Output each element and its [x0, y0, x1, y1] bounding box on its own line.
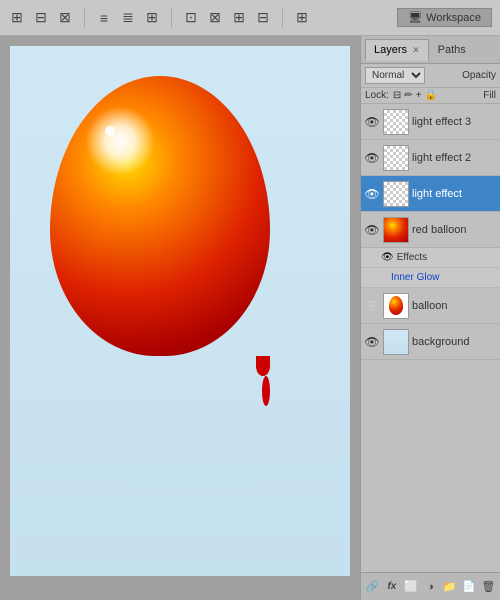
opacity-label: Opacity — [462, 70, 496, 81]
layers-list: 👁 light effect 3 👁 light effect 2 👁 — [361, 104, 500, 572]
visibility-icon-background[interactable]: 👁 — [364, 334, 380, 350]
lock-icons: ⊟ ✏ + 🔒 — [393, 90, 437, 101]
thumb-balloon — [384, 218, 408, 242]
toolbar-icon-10[interactable]: ⊟ — [254, 9, 272, 27]
layer-row-light-effect[interactable]: 👁 light effect — [361, 176, 500, 212]
thumb-balloon-small — [389, 296, 403, 315]
adjustment-icon[interactable]: ◑ — [423, 578, 438, 596]
toolbar-icon-11[interactable]: ⊞ — [293, 9, 311, 27]
tab-paths-label: Paths — [438, 44, 466, 56]
thumb-checker-3 — [384, 182, 408, 206]
tab-paths[interactable]: Paths — [429, 39, 475, 61]
effects-group-row[interactable]: 👁 Effects — [361, 248, 500, 268]
toolbar-separator — [84, 8, 85, 28]
toolbar-separator2 — [171, 8, 172, 28]
folder-icon[interactable]: 📁 — [442, 578, 457, 596]
visibility-icon-red-balloon[interactable]: 👁 — [364, 222, 380, 238]
fill-label: Fill — [483, 90, 496, 101]
layer-row-light-effect-3[interactable]: 👁 light effect 3 — [361, 104, 500, 140]
lock-row: Lock: ⊟ ✏ + 🔒 Fill — [361, 88, 500, 104]
layer-name-light-effect-2: light effect 2 — [412, 152, 497, 164]
blend-mode-select[interactable]: Normal — [365, 67, 425, 84]
thumb-bg — [384, 330, 408, 354]
tab-layers-close[interactable]: ✕ — [412, 45, 420, 55]
effects-group-label: Effects — [397, 252, 500, 263]
thumb-checker-1 — [384, 110, 408, 134]
layer-thumb-light-effect-3 — [383, 109, 409, 135]
canvas[interactable] — [10, 46, 350, 576]
balloon-container — [50, 76, 270, 406]
toolbar-icon-2[interactable]: ⊟ — [32, 9, 50, 27]
balloon-highlight-dot — [105, 126, 115, 136]
balloon-light — [85, 106, 155, 176]
toolbar-left-icons: ⊞ ⊟ ⊠ ≡ ≣ ⊞ ⊡ ⊠ ⊞ ⊟ ⊞ — [8, 8, 311, 28]
layer-name-red-balloon: red balloon — [412, 224, 497, 236]
link-icon[interactable]: 🔗 — [365, 578, 380, 596]
toolbar-separator3 — [282, 8, 283, 28]
mask-icon[interactable]: ⬜ — [404, 578, 419, 596]
visibility-icon-light-effect[interactable]: 👁 — [364, 186, 380, 202]
lock-all-icon[interactable]: 🔒 — [425, 90, 437, 101]
layer-row-background[interactable]: 👁 background — [361, 324, 500, 360]
layer-name-light-effect: light effect — [412, 188, 497, 200]
layer-name-light-effect-3: light effect 3 — [412, 116, 497, 128]
layer-name-background: background — [412, 336, 497, 348]
balloon-body — [50, 76, 270, 356]
workspace-label: Workspace — [426, 12, 481, 24]
layer-thumb-red-balloon — [383, 217, 409, 243]
lock-paint-icon[interactable]: ✏ — [404, 90, 412, 101]
delete-icon[interactable]: 🗑 — [481, 578, 496, 596]
blend-row: Normal Opacity — [361, 64, 500, 88]
canvas-area[interactable] — [0, 36, 360, 600]
layers-panel: Layers ✕ Paths Normal Opacity Lock: ⊟ ✏ … — [360, 36, 500, 600]
layer-thumb-light-effect-2 — [383, 145, 409, 171]
fx-icon[interactable]: fx — [384, 578, 399, 596]
lock-label: Lock: — [365, 90, 389, 101]
toolbar-icon-8[interactable]: ⊠ — [206, 9, 224, 27]
visibility-icon-balloon[interactable]: 👁 — [364, 298, 380, 314]
lock-position-icon[interactable]: + — [416, 90, 422, 101]
workspace-button[interactable]: 🖥 Workspace — [397, 8, 492, 27]
toolbar-icon-4[interactable]: ≡ — [95, 9, 113, 27]
tab-layers-label: Layers — [374, 44, 407, 56]
panel-tabs: Layers ✕ Paths — [361, 36, 500, 64]
toolbar: ⊞ ⊟ ⊠ ≡ ≣ ⊞ ⊡ ⊠ ⊞ ⊟ ⊞ 🖥 Workspace — [0, 0, 500, 36]
toolbar-icon-9[interactable]: ⊞ — [230, 9, 248, 27]
layer-row-light-effect-2[interactable]: 👁 light effect 2 — [361, 140, 500, 176]
visibility-icon-light-effect-3[interactable]: 👁 — [364, 114, 380, 130]
inner-glow-row[interactable]: Inner Glow — [361, 268, 500, 288]
workspace-icon: 🖥 — [408, 11, 422, 24]
layer-thumb-light-effect — [383, 181, 409, 207]
new-layer-icon[interactable]: 📄 — [461, 578, 476, 596]
layer-thumb-balloon — [383, 293, 409, 319]
layers-bottom: 🔗 fx ⬜ ◑ 📁 📄 🗑 — [361, 572, 500, 600]
tab-layers[interactable]: Layers ✕ — [365, 39, 429, 61]
layer-name-balloon: balloon — [412, 300, 497, 312]
toolbar-icon-5[interactable]: ≣ — [119, 9, 137, 27]
thumb-checker-2 — [384, 146, 408, 170]
toolbar-icon-1[interactable]: ⊞ — [8, 9, 26, 27]
main-content: Layers ✕ Paths Normal Opacity Lock: ⊟ ✏ … — [0, 36, 500, 600]
layer-row-balloon[interactable]: 👁 balloon — [361, 288, 500, 324]
visibility-icon-light-effect-2[interactable]: 👁 — [364, 150, 380, 166]
balloon-tip — [262, 376, 270, 406]
toolbar-icon-3[interactable]: ⊠ — [56, 9, 74, 27]
effects-eye-icon[interactable]: 👁 — [381, 252, 394, 263]
toolbar-icon-6[interactable]: ⊞ — [143, 9, 161, 27]
balloon-knot — [256, 356, 270, 376]
layer-row-red-balloon[interactable]: 👁 red balloon — [361, 212, 500, 248]
layer-thumb-background — [383, 329, 409, 355]
toolbar-icon-7[interactable]: ⊡ — [182, 9, 200, 27]
inner-glow-label: Inner Glow — [391, 272, 500, 283]
lock-transparent-icon[interactable]: ⊟ — [393, 90, 401, 101]
